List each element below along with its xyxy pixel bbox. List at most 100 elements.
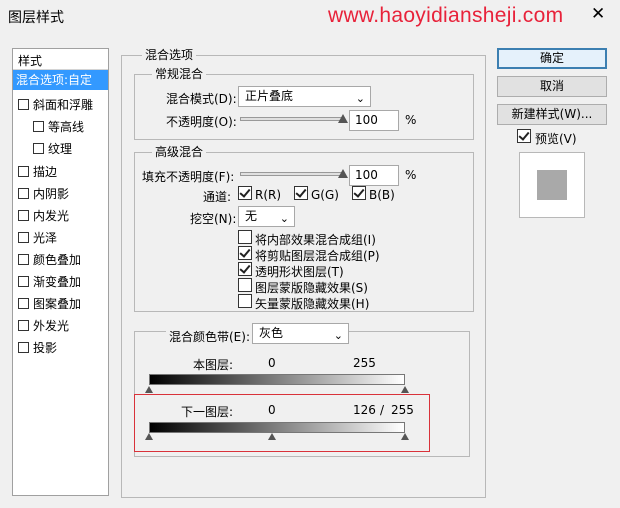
underlying-high-value: 255 xyxy=(391,403,414,417)
checkbox[interactable] xyxy=(18,188,29,199)
sidebar-item-label: 投影 xyxy=(33,341,58,355)
sidebar-item-label: 颜色叠加 xyxy=(33,253,82,267)
blend-options-legend: 混合选项 xyxy=(142,46,197,63)
sidebar-item-drop-shadow[interactable]: 投影 xyxy=(13,338,108,358)
sidebar-item-label: 描边 xyxy=(33,165,58,179)
watermark-text: www.haoyidiansheji.com xyxy=(328,4,564,27)
channel-b-label: B(B) xyxy=(369,188,395,202)
sidebar-item-gradient-overlay[interactable]: 渐变叠加 xyxy=(13,272,108,292)
underlying-layer-gradient xyxy=(149,422,405,433)
this-layer-black-slider[interactable] xyxy=(145,386,153,393)
sidebar-item-label: 图案叠加 xyxy=(33,297,82,311)
underlying-white-slider-left-half[interactable] xyxy=(268,433,276,440)
sidebar-item-bevel-emboss[interactable]: 斜面和浮雕 xyxy=(13,95,108,115)
sidebar-item-color-overlay[interactable]: 颜色叠加 xyxy=(13,250,108,270)
sidebar-item-inner-glow[interactable]: 内发光 xyxy=(13,206,108,226)
advanced-blending-legend: 高级混合 xyxy=(152,143,207,160)
vector-mask-hides-checkbox[interactable] xyxy=(238,294,252,308)
preview-swatch xyxy=(537,170,567,200)
general-blending-group xyxy=(134,74,474,140)
transparency-shapes-checkbox[interactable] xyxy=(238,262,252,276)
sidebar-item-satin[interactable]: 光泽 xyxy=(13,228,108,248)
chevron-down-icon: ⌄ xyxy=(279,212,289,225)
opacity-unit: % xyxy=(405,113,417,127)
channel-r-checkbox[interactable] xyxy=(238,186,252,200)
underlying-white-slider-right-half[interactable] xyxy=(401,433,409,440)
blend-interior-effects-checkbox[interactable] xyxy=(238,230,252,244)
channel-b-checkbox[interactable] xyxy=(352,186,366,200)
knockout-select[interactable]: 无 ⌄ xyxy=(238,206,295,227)
preview-checkbox[interactable] xyxy=(517,129,531,143)
checkbox[interactable] xyxy=(18,276,29,287)
this-layer-high-value: 255 xyxy=(353,356,376,370)
checkbox[interactable] xyxy=(18,342,29,353)
sidebar-item-contour[interactable]: 等高线 xyxy=(13,117,108,137)
channels-label: 通道: xyxy=(203,190,232,204)
checkbox[interactable] xyxy=(18,166,29,177)
blend-interior-effects-label: 将内部效果混合成组(I) xyxy=(255,233,376,247)
opacity-label: 不透明度(O): xyxy=(166,115,237,129)
blend-mode-select[interactable]: 正片叠底 ⌄ xyxy=(238,86,371,107)
sidebar-item-label: 渐变叠加 xyxy=(33,275,82,289)
transparency-shapes-label: 透明形状图层(T) xyxy=(255,265,344,279)
cancel-button[interactable]: 取消 xyxy=(497,76,607,97)
blend-if-select[interactable]: 灰色 ⌄ xyxy=(252,323,349,344)
fill-opacity-slider-thumb[interactable] xyxy=(338,169,348,178)
this-layer-low-value: 0 xyxy=(268,356,276,370)
checkbox[interactable] xyxy=(18,298,29,309)
blend-mode-label: 混合模式(D): xyxy=(166,92,237,106)
checkbox[interactable] xyxy=(33,143,44,154)
knockout-value: 无 xyxy=(245,209,258,223)
channel-g-label: G(G) xyxy=(311,188,339,202)
checkbox[interactable] xyxy=(33,121,44,132)
underlying-low-value: 0 xyxy=(268,403,276,417)
underlying-layer-label: 下一图层: xyxy=(181,405,234,419)
sidebar-item-label: 混合选项:自定 xyxy=(16,73,93,87)
this-layer-label: 本图层: xyxy=(193,358,234,372)
sidebar-item-outer-glow[interactable]: 外发光 xyxy=(13,316,108,336)
underlying-separator: / xyxy=(380,403,385,417)
sidebar-item-inner-shadow[interactable]: 内阴影 xyxy=(13,184,108,204)
knockout-label: 挖空(N): xyxy=(190,212,237,226)
sidebar-item-blending-options[interactable]: 混合选项:自定 xyxy=(13,70,108,90)
sidebar-item-label: 内发光 xyxy=(33,209,70,223)
chevron-down-icon: ⌄ xyxy=(333,329,343,342)
window-title: 图层样式 xyxy=(8,10,64,26)
sidebar-item-label: 纹理 xyxy=(48,142,73,156)
underlying-split-value: 126 xyxy=(353,403,376,417)
layer-mask-hides-checkbox[interactable] xyxy=(238,278,252,292)
opacity-slider-thumb[interactable] xyxy=(338,114,348,123)
fill-opacity-input[interactable]: 100 xyxy=(349,165,399,186)
checkbox[interactable] xyxy=(18,232,29,243)
channel-g-checkbox[interactable] xyxy=(294,186,308,200)
styles-sidebar: 样式 混合选项:自定 斜面和浮雕 等高线 纹理 描边 内阴影 内发光 光泽 颜色… xyxy=(12,48,109,496)
checkbox[interactable] xyxy=(18,210,29,221)
blend-if-label: 混合颜色带(E): xyxy=(166,328,253,345)
this-layer-gradient xyxy=(149,374,405,385)
sidebar-item-label: 等高线 xyxy=(48,120,85,134)
checkbox[interactable] xyxy=(18,254,29,265)
vector-mask-hides-label: 矢量蒙版隐藏效果(H) xyxy=(255,297,370,311)
sidebar-item-texture[interactable]: 纹理 xyxy=(13,139,108,159)
blend-if-value: 灰色 xyxy=(259,326,284,340)
checkbox[interactable] xyxy=(18,320,29,331)
blend-clipped-layers-checkbox[interactable] xyxy=(238,246,252,260)
opacity-slider-track[interactable] xyxy=(240,117,343,121)
checkbox[interactable] xyxy=(18,99,29,110)
new-style-button[interactable]: 新建样式(W)... xyxy=(497,104,607,125)
sidebar-item-stroke[interactable]: 描边 xyxy=(13,162,108,182)
opacity-input[interactable]: 100 xyxy=(349,110,399,131)
style-preview xyxy=(519,152,585,218)
underlying-black-slider[interactable] xyxy=(145,433,153,440)
chevron-down-icon: ⌄ xyxy=(355,92,365,105)
sidebar-item-label: 内阴影 xyxy=(33,187,70,201)
fill-opacity-unit: % xyxy=(405,168,417,182)
close-icon[interactable]: ✕ xyxy=(591,6,605,23)
fill-opacity-slider-track[interactable] xyxy=(240,172,343,176)
general-blending-legend: 常规混合 xyxy=(152,65,207,82)
ok-button[interactable]: 确定 xyxy=(497,48,607,69)
this-layer-white-slider[interactable] xyxy=(401,386,409,393)
fill-opacity-label: 填充不透明度(F): xyxy=(142,170,235,184)
sidebar-item-pattern-overlay[interactable]: 图案叠加 xyxy=(13,294,108,314)
preview-label: 预览(V) xyxy=(535,132,577,146)
